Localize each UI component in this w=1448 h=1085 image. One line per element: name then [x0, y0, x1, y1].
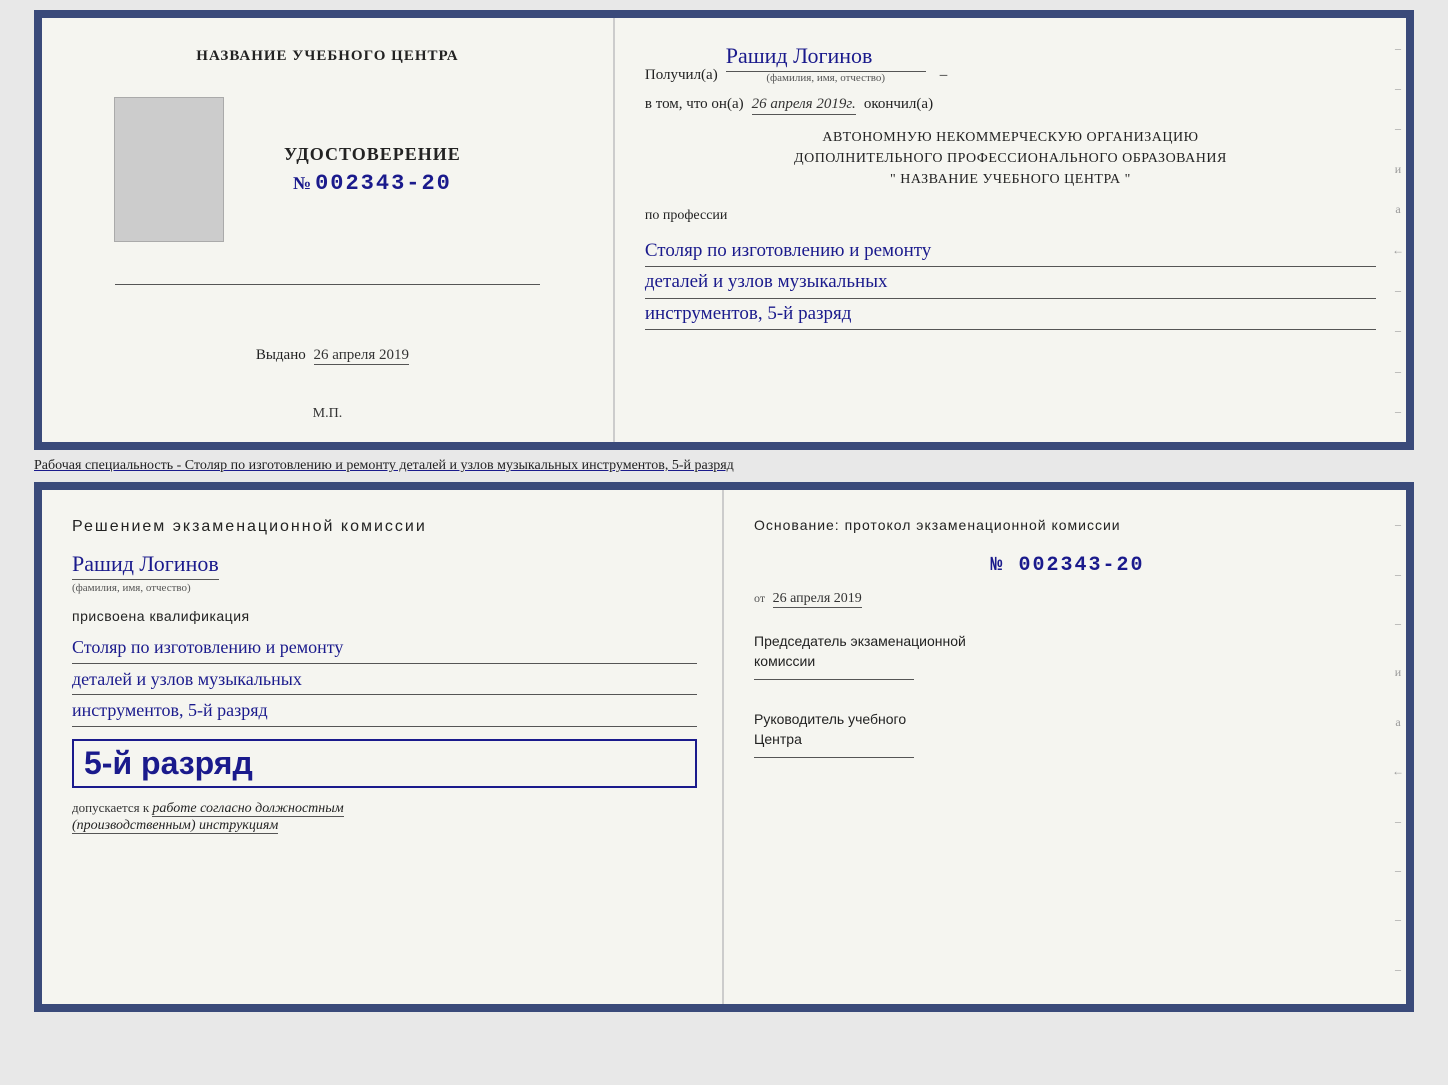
deco-lines-right: – – – и а ← – – – – [1390, 18, 1406, 442]
dopuskaetsya-line: допускается к работе согласно должностны… [72, 800, 697, 834]
qual-line3: инструментов, 5-й разряд [72, 695, 697, 727]
vtom-date: 26 апреля 2019г. [752, 96, 856, 115]
vtom-line: в том, что он(а) 26 апреля 2019г. окончи… [645, 96, 1376, 115]
document-wrapper: НАЗВАНИЕ УЧЕБНОГО ЦЕНТРА УДОСТОВЕРЕНИЕ №… [10, 10, 1438, 1012]
photo-placeholder [114, 97, 224, 242]
protocol-number: № 002343-20 [754, 554, 1381, 577]
predsedatel-sig-line [754, 679, 914, 680]
dopuskaetsya-prefix: допускается к [72, 800, 149, 815]
po-professii-label: по профессии [645, 208, 1376, 224]
qualification-block: Столяр по изготовлению и ремонту деталей… [72, 632, 697, 727]
org-line2: ДОПОЛНИТЕЛЬНОГО ПРОФЕССИОНАЛЬНОГО ОБРАЗО… [645, 148, 1376, 169]
poluchil-name: Рашид Логинов [726, 43, 926, 72]
mp-label: М.П. [313, 406, 343, 422]
udostoverenie-label: УДОСТОВЕРЕНИЕ [284, 144, 461, 165]
profession-line2: деталей и узлов музыкальных [645, 267, 1376, 298]
org-name: " НАЗВАНИЕ УЧЕБНОГО ЦЕНТРА " [645, 169, 1376, 190]
predsedatel-block: Председатель экзаменационной комиссии [754, 632, 1381, 680]
fio-label-top: (фамилия, имя, отчество) [766, 72, 885, 84]
number-prefix-bottom: № [990, 554, 1004, 577]
razryad-badge: 5-й разряд [72, 739, 697, 788]
org-block: АВТОНОМНУЮ НЕКОММЕРЧЕСКУЮ ОРГАНИЗАЦИЮ ДО… [645, 127, 1376, 190]
rukovoditel-label: Руководитель учебного Центра [754, 710, 1381, 749]
org-line1: АВТОНОМНУЮ НЕКОММЕРЧЕСКУЮ ОРГАНИЗАЦИЮ [645, 127, 1376, 148]
certificate-top: НАЗВАНИЕ УЧЕБНОГО ЦЕНТРА УДОСТОВЕРЕНИЕ №… [34, 10, 1414, 450]
profession-line3: инструментов, 5-й разряд [645, 299, 1376, 330]
number-prefix-top: № [293, 173, 311, 193]
certificate-bottom: Решением экзаменационной комиссии Рашид … [34, 482, 1414, 1012]
poluchil-label: Получил(а) [645, 67, 718, 84]
protocol-number-value: 002343-20 [1019, 554, 1145, 577]
person-name-bottom: Рашид Логинов [72, 551, 219, 580]
deco-lines-bottom-right: – – – и а ← – – – – [1390, 490, 1406, 1004]
bottom-left-panel: Решением экзаменационной комиссии Рашид … [42, 490, 724, 1004]
decision-title: Решением экзаменационной комиссии [72, 515, 697, 539]
bottom-right-panel: Основание: протокол экзаменационной коми… [724, 490, 1406, 1004]
profession-block: Столяр по изготовлению и ремонту деталей… [645, 236, 1376, 330]
vydano-label: Выдано [256, 347, 306, 363]
vtom-label: в том, что он(а) [645, 96, 744, 113]
profession-line1: Столяр по изготовлению и ремонту [645, 236, 1376, 267]
training-center-title-top: НАЗВАНИЕ УЧЕБНОГО ЦЕНТРА [196, 48, 458, 65]
fio-label-bottom: (фамилия, имя, отчество) [72, 582, 191, 594]
udostoverenie-block: УДОСТОВЕРЕНИЕ № 002343-20 [284, 144, 461, 196]
rukovoditel-sig-line [754, 757, 914, 758]
okonchil-label: окончил(а) [864, 96, 933, 113]
osnov-label: Основание: протокол экзаменационной коми… [754, 515, 1381, 536]
top-right-panel: Получил(а) Рашид Логинов (фамилия, имя, … [615, 18, 1406, 442]
separator-text: Рабочая специальность - Столяр по изгото… [34, 454, 1414, 478]
ot-prefix: от [754, 591, 765, 605]
ot-date: 26 апреля 2019 [773, 591, 862, 608]
predsedatel-label: Председатель экзаменационной комиссии [754, 632, 1381, 671]
vydano-date: 26 апреля 2019 [314, 347, 410, 365]
vydano-line: Выдано 26 апреля 2019 [256, 347, 409, 364]
razryad-text: 5-й разряд [84, 745, 253, 781]
top-left-panel: НАЗВАНИЕ УЧЕБНОГО ЦЕНТРА УДОСТОВЕРЕНИЕ №… [42, 18, 615, 442]
qual-line2: деталей и узлов музыкальных [72, 664, 697, 696]
prisvoena-label: присвоена квалификация [72, 608, 697, 624]
rukovoditel-block: Руководитель учебного Центра [754, 710, 1381, 758]
certificate-number-top: 002343-20 [315, 171, 452, 196]
qual-line1: Столяр по изготовлению и ремонту [72, 632, 697, 664]
